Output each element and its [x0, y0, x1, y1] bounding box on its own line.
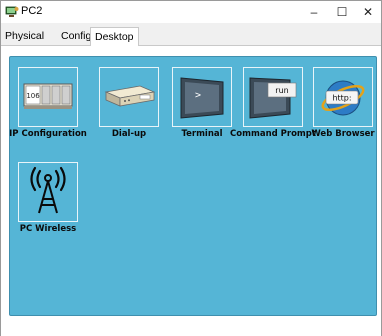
app-label: IP Configuration	[9, 129, 87, 139]
app-label: Web Browser	[311, 129, 375, 139]
app-label: PC Wireless	[19, 224, 77, 234]
close-button[interactable]: ✕	[355, 1, 381, 23]
tab-physical[interactable]: Physical	[1, 29, 48, 44]
app-tile[interactable]	[99, 67, 159, 127]
command-prompt-icon: run	[249, 77, 297, 119]
tab-bar: Physical Config Desktop	[1, 27, 381, 47]
app-tile[interactable]: >	[172, 67, 232, 127]
app-tile[interactable]: http:	[313, 67, 373, 127]
app-tile[interactable]	[18, 162, 78, 222]
window-title: PC2	[21, 5, 43, 17]
modem-icon	[104, 85, 156, 107]
terminal-icon: >	[180, 77, 224, 119]
ip-config-icon: 106	[23, 83, 73, 109]
wireless-antenna-icon	[30, 166, 66, 214]
desktop-panel: 106 IP Configuration Dial-up > Terminal …	[9, 56, 377, 316]
app-tile[interactable]: run	[243, 67, 303, 127]
ip-config-icon-text: 106	[26, 92, 40, 100]
computer-icon	[5, 6, 19, 17]
title-bar[interactable]: PC2 – ☐ ✕	[1, 1, 381, 23]
command-prompt-icon-text: run	[275, 86, 288, 95]
maximize-button[interactable]: ☐	[329, 1, 355, 23]
terminal-prompt-text: >	[195, 90, 201, 101]
app-tile[interactable]: 106	[18, 67, 78, 127]
web-browser-icon-text: http:	[332, 94, 351, 103]
web-browser-icon: http:	[321, 80, 365, 116]
pc2-window: PC2 – ☐ ✕ Physical Config Desktop 106 IP…	[0, 0, 382, 336]
tab-content: 106 IP Configuration Dial-up > Terminal …	[1, 46, 381, 336]
tab-desktop[interactable]: Desktop	[90, 27, 139, 47]
minimize-button[interactable]: –	[301, 1, 327, 23]
